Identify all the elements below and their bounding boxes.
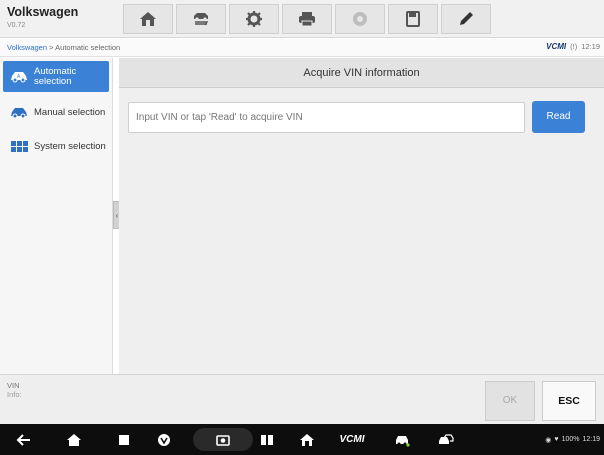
sidebar-item-system-selection[interactable]: System selection bbox=[0, 129, 112, 163]
home-icon bbox=[140, 12, 156, 26]
vci-status: VCMI bbox=[546, 42, 567, 51]
settings-icon bbox=[246, 11, 262, 27]
home-button[interactable] bbox=[123, 4, 173, 34]
vehicle-swap-icon bbox=[194, 13, 209, 26]
breadcrumb-root[interactable]: Volkswagen bbox=[7, 43, 47, 52]
print-button[interactable] bbox=[282, 4, 332, 34]
info-bar: VIN Info: OK ESC bbox=[0, 374, 604, 424]
app-title: Volkswagen bbox=[7, 5, 79, 19]
info-label: Info: bbox=[7, 390, 22, 399]
print-icon bbox=[299, 12, 315, 27]
sidebar-item-label: Manual selection bbox=[34, 106, 106, 118]
wifi-icon: ◉ bbox=[545, 436, 552, 444]
vin-input[interactable]: Input VIN or tap 'Read' to acquire VIN bbox=[128, 102, 525, 133]
car-icon bbox=[396, 435, 410, 447]
read-button[interactable]: Read bbox=[532, 101, 585, 133]
system-grid-icon bbox=[11, 140, 28, 152]
camera-icon bbox=[216, 434, 230, 446]
breadcrumb: Volkswagen > Automatic selection bbox=[7, 43, 120, 52]
sidebar-item-label: System selection bbox=[34, 140, 106, 152]
vin-label: VIN bbox=[7, 381, 20, 390]
esc-button[interactable]: ESC bbox=[542, 381, 596, 421]
home-nav-button[interactable] bbox=[64, 424, 84, 455]
battery-level: 100% bbox=[561, 436, 580, 443]
nav-time: 12:19 bbox=[582, 436, 600, 443]
sidebar-item-automatic-selection[interactable]: A Automatic selection bbox=[3, 61, 109, 92]
manual-car-icon bbox=[11, 107, 27, 118]
toolbar bbox=[123, 4, 494, 34]
save-button[interactable] bbox=[388, 4, 438, 34]
back-button[interactable] bbox=[14, 424, 34, 455]
auto-car-icon: A bbox=[11, 72, 27, 83]
cars-nav-button[interactable] bbox=[436, 424, 456, 455]
back-icon bbox=[16, 433, 30, 446]
main-panel: Acquire VIN information Input VIN or tap… bbox=[119, 58, 604, 374]
edit-button[interactable] bbox=[441, 4, 491, 34]
system-status: ◉ ♥ 100% 12:19 bbox=[545, 424, 600, 455]
app-version: V0.72 bbox=[7, 22, 26, 29]
system-nav-bar: VCMI ◉ ♥ 100% 12:19 bbox=[0, 424, 604, 455]
sidebar-item-label: Automatic selection bbox=[34, 65, 77, 87]
vci-nav-label: VCMI bbox=[339, 434, 365, 445]
status-time: 12:19 bbox=[581, 42, 600, 51]
breadcrumb-separator: > bbox=[47, 43, 56, 52]
save-icon bbox=[406, 11, 420, 27]
ok-button[interactable]: OK bbox=[485, 381, 535, 421]
shield-icon bbox=[158, 433, 170, 446]
breadcrumb-bar: Volkswagen > Automatic selection VCMI (!… bbox=[0, 39, 604, 57]
vehicle-swap-button[interactable] bbox=[176, 4, 226, 34]
help-button[interactable] bbox=[335, 4, 385, 34]
cars-icon bbox=[439, 433, 454, 444]
app-header: Volkswagen V0.72 bbox=[0, 0, 604, 38]
battery-icon: ♥ bbox=[554, 436, 559, 443]
sidebar-item-manual-selection[interactable]: Manual selection bbox=[0, 95, 112, 129]
vpn-button[interactable] bbox=[154, 424, 174, 455]
home-nav-icon bbox=[67, 433, 81, 446]
status-area: VCMI (!) 12:19 bbox=[546, 42, 600, 51]
sidebar: A Automatic selection Manual selection S… bbox=[0, 58, 113, 374]
breadcrumb-current: Automatic selection bbox=[55, 43, 121, 52]
settings-button[interactable] bbox=[229, 4, 279, 34]
vci-nav-button[interactable]: VCMI bbox=[337, 424, 367, 455]
recent-apps-icon bbox=[119, 434, 129, 445]
help-icon bbox=[353, 12, 367, 26]
status-indicator: (!) bbox=[570, 42, 578, 51]
recent-apps-button[interactable] bbox=[114, 424, 134, 455]
maxisys-home-button[interactable] bbox=[297, 424, 317, 455]
multi-window-icon bbox=[261, 434, 273, 445]
panel-title: Acquire VIN information bbox=[119, 58, 604, 88]
home-icon bbox=[300, 433, 314, 446]
edit-icon bbox=[460, 12, 473, 25]
vehicle-nav-button[interactable] bbox=[392, 424, 412, 455]
chevron-left-icon: ‹ bbox=[115, 210, 119, 220]
multi-window-button[interactable] bbox=[257, 424, 277, 455]
screenshot-button[interactable] bbox=[213, 424, 233, 455]
